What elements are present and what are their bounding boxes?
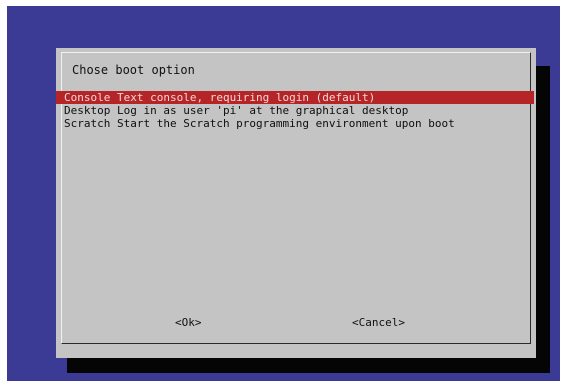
boot-options-menu: Console Text console, requiring login (d…: [56, 91, 534, 130]
menu-item-console[interactable]: Console Text console, requiring login (d…: [56, 91, 534, 104]
menu-item-scratch[interactable]: Scratch Start the Scratch programming en…: [56, 117, 534, 130]
cancel-button[interactable]: <Cancel>: [352, 316, 405, 329]
ok-button[interactable]: <Ok>: [175, 316, 202, 329]
screen: Chose boot option Console Text console, …: [0, 0, 569, 385]
console-background: Chose boot option Console Text console, …: [7, 6, 560, 381]
dialog-title: Chose boot option: [72, 63, 195, 77]
dialog-buttons: <Ok> <Cancel>: [56, 316, 536, 332]
menu-item-desktop[interactable]: Desktop Log in as user 'pi' at the graph…: [56, 104, 534, 117]
boot-option-dialog: Chose boot option Console Text console, …: [56, 48, 536, 358]
